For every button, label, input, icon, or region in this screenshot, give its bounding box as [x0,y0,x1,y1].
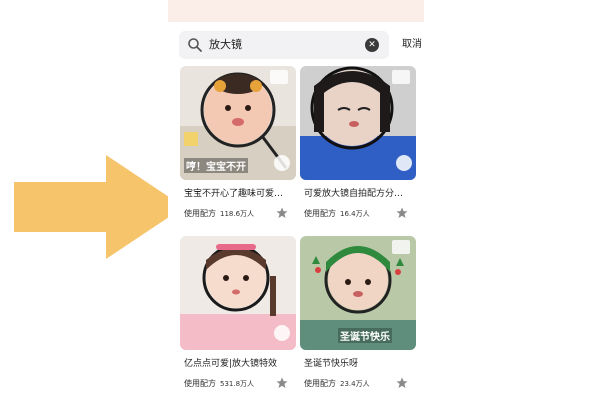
usage-count: 23.4万人 [340,380,370,388]
result-title[interactable]: 可爱放大镜自拍配方分… [304,186,414,199]
star-icon[interactable] [276,207,288,219]
usage-count: 531.8万人 [220,380,255,388]
result-thumbnail[interactable] [300,66,416,180]
search-query[interactable]: 放大镜 [209,37,242,53]
result-title[interactable]: 宝宝不开心了趣味可爱… [184,186,294,199]
screenshot-stage: 放大镜 ✕ 取消 哼！宝宝不开 宝宝不开心了趣味可爱… 使用配方 118.6万人… [0,0,600,400]
pointer-arrow-icon [14,155,184,259]
search-input[interactable]: 放大镜 ✕ [179,31,389,59]
result-thumbnail[interactable]: 圣诞节快乐 [300,236,416,350]
result-thumbnail[interactable]: 哼！宝宝不开 [180,66,296,180]
result-title[interactable]: 亿点点可爱|放大镜特效 [184,356,294,369]
result-thumbnail[interactable] [180,236,296,350]
usage-count: 118.6万人 [220,210,255,218]
result-footer: 使用配方 531.8万人 [180,376,296,392]
top-strip [168,0,424,22]
usage-count: 16.4万人 [340,210,370,218]
star-icon[interactable] [396,207,408,219]
sticker-caption: 圣诞节快乐 [338,328,392,343]
cancel-button[interactable]: 取消 [402,37,422,53]
result-footer: 使用配方 16.4万人 [300,206,416,222]
use-recipe-label[interactable]: 使用配方 [184,378,216,389]
star-icon[interactable] [276,377,288,389]
result-title[interactable]: 圣诞节快乐呀 [304,356,414,369]
result-footer: 使用配方 23.4万人 [300,376,416,392]
use-recipe-label[interactable]: 使用配方 [184,208,216,219]
clear-icon[interactable]: ✕ [365,38,379,52]
star-icon[interactable] [396,377,408,389]
app-screen: 放大镜 ✕ 取消 哼！宝宝不开 宝宝不开心了趣味可爱… 使用配方 118.6万人… [168,22,424,400]
sticker-caption: 哼！宝宝不开 [184,158,248,173]
use-recipe-label[interactable]: 使用配方 [304,378,336,389]
search-icon [188,38,202,52]
search-bar: 放大镜 ✕ 取消 [176,31,422,59]
result-footer: 使用配方 118.6万人 [180,206,296,222]
use-recipe-label[interactable]: 使用配方 [304,208,336,219]
